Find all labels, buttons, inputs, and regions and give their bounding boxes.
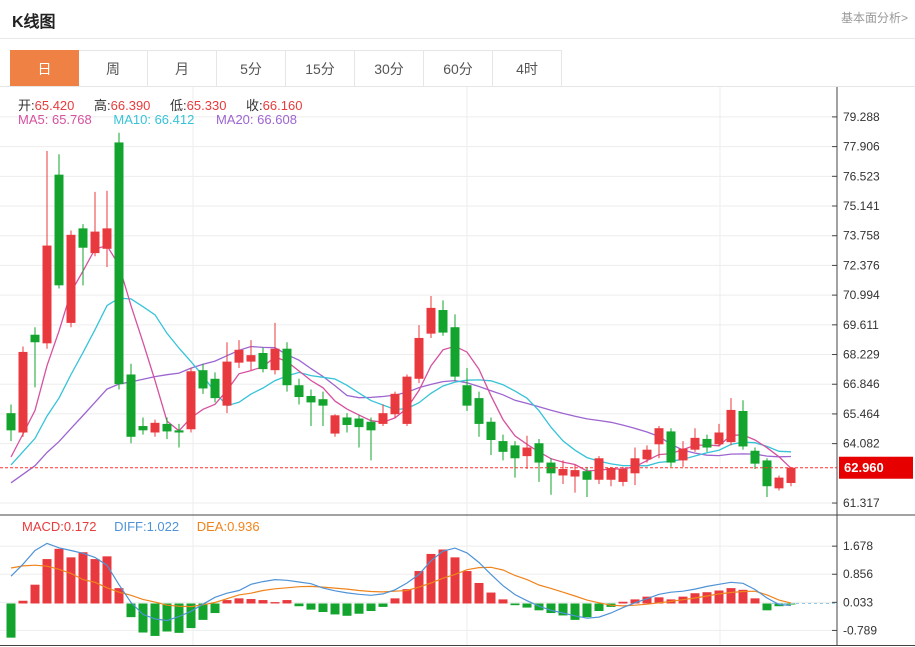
svg-text:65.464: 65.464 bbox=[843, 407, 880, 421]
period-tabs-row: 日周月5分15分30分60分4时 bbox=[0, 50, 915, 87]
svg-text:72.376: 72.376 bbox=[843, 258, 880, 272]
svg-text:66.846: 66.846 bbox=[843, 377, 880, 391]
svg-text:77.906: 77.906 bbox=[843, 140, 880, 154]
svg-text:62.960: 62.960 bbox=[844, 460, 884, 475]
tab-60min[interactable]: 60分 bbox=[424, 50, 493, 86]
kline-widget: K线图 基本面分析> 日周月5分15分30分60分4时 79.28877.906… bbox=[0, 0, 915, 647]
tab-day[interactable]: 日 bbox=[10, 50, 79, 86]
svg-text:76.523: 76.523 bbox=[843, 169, 880, 183]
svg-text:64.082: 64.082 bbox=[843, 437, 880, 451]
period-tabs: 日周月5分15分30分60分4时 bbox=[10, 50, 915, 86]
tab-4hour[interactable]: 4时 bbox=[493, 50, 562, 86]
tab-15min[interactable]: 15分 bbox=[286, 50, 355, 86]
tab-30min[interactable]: 30分 bbox=[355, 50, 424, 86]
svg-text:73.758: 73.758 bbox=[843, 229, 880, 243]
svg-text:75.141: 75.141 bbox=[843, 199, 880, 213]
kline-chart-canvas[interactable]: 79.288 77.906 76.523 75.141 73.758 72.376 70.9… bbox=[0, 0, 915, 647]
svg-text:1.678: 1.678 bbox=[843, 539, 873, 553]
tab-month[interactable]: 月 bbox=[148, 50, 217, 86]
tab-5min[interactable]: 5分 bbox=[217, 50, 286, 86]
svg-text:-0.789: -0.789 bbox=[843, 623, 877, 637]
svg-text:0.033: 0.033 bbox=[843, 595, 873, 609]
svg-text:79.288: 79.288 bbox=[843, 110, 880, 124]
tab-week[interactable]: 周 bbox=[79, 50, 148, 86]
svg-text:68.229: 68.229 bbox=[843, 348, 880, 362]
svg-text:70.994: 70.994 bbox=[843, 288, 880, 302]
svg-text:0.856: 0.856 bbox=[843, 567, 873, 581]
svg-text:69.611: 69.611 bbox=[843, 318, 879, 332]
svg-text:61.317: 61.317 bbox=[843, 496, 880, 510]
